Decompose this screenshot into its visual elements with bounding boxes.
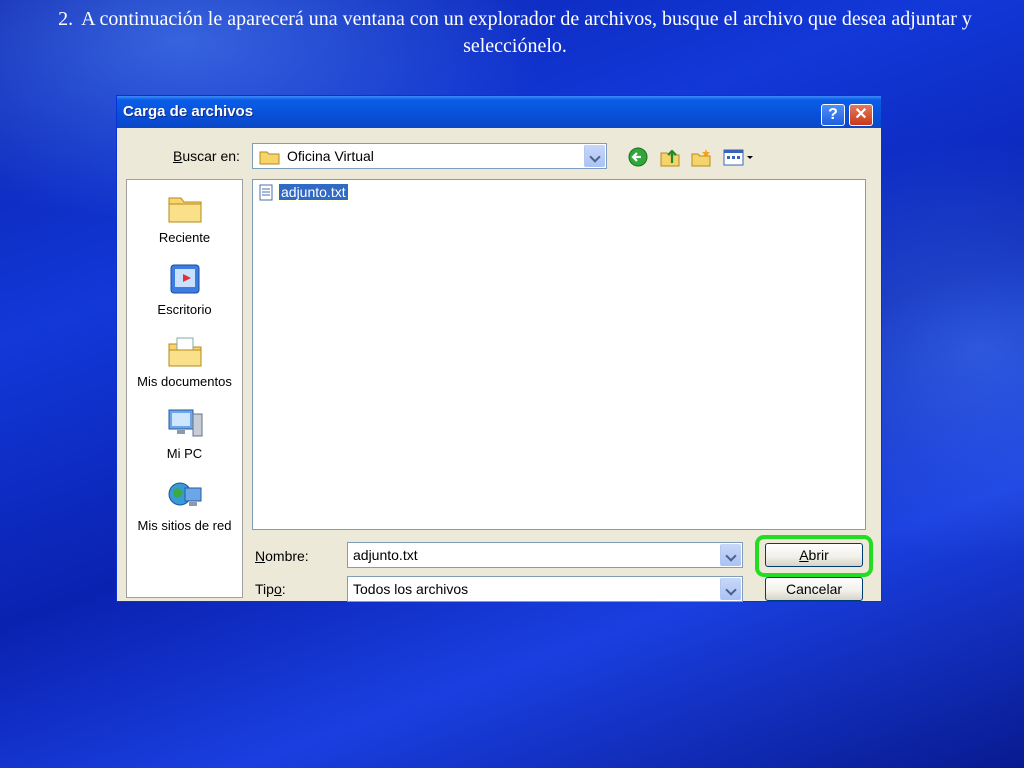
place-label: Mis documentos	[137, 374, 232, 389]
instruction-caption: 2. A continuación le aparecerá una ventan…	[20, 6, 1010, 60]
filetype-dropdown[interactable]: Todos los archivos	[347, 576, 743, 602]
places-bar: Reciente Escritorio Mis documentos Mi PC…	[126, 179, 243, 598]
filename-input[interactable]: adjunto.txt	[347, 542, 743, 568]
new-folder-icon[interactable]	[690, 147, 712, 167]
place-network[interactable]: Mis sitios de red	[127, 478, 242, 533]
desktop-icon	[170, 264, 199, 294]
look-in-value: Oficina Virtual	[287, 148, 374, 164]
filetype-value: Todos los archivos	[353, 581, 469, 597]
back-icon[interactable]	[627, 147, 649, 167]
close-button[interactable]: ✕	[849, 104, 873, 126]
chevron-down-icon[interactable]	[720, 578, 741, 600]
cancel-button[interactable]: Cancelar	[765, 577, 863, 601]
place-my-computer[interactable]: Mi PC	[127, 406, 242, 461]
folder-icon	[259, 151, 280, 165]
dialog-titlebar[interactable]: Carga de archivos ? ✕	[117, 96, 881, 128]
instruction-text: A continuación le aparecerá una ventana …	[81, 8, 972, 57]
filetype-label: Tipo:	[255, 581, 286, 597]
place-label: Mi PC	[166, 446, 203, 461]
file-upload-dialog: Carga de archivos ? ✕ Buscar en: Oficina…	[116, 95, 882, 602]
place-label: Mis sitios de red	[137, 518, 232, 533]
open-button-highlight	[755, 535, 873, 577]
filename-value: adjunto.txt	[353, 547, 418, 563]
place-label: Escritorio	[157, 302, 212, 317]
step-number: 2.	[58, 8, 74, 30]
dialog-title: Carga de archivos	[123, 103, 254, 120]
up-folder-icon[interactable]	[659, 147, 681, 167]
recent-folder-icon	[168, 197, 201, 223]
look-in-dropdown[interactable]: Oficina Virtual	[252, 143, 607, 169]
place-recent[interactable]: Reciente	[127, 190, 242, 245]
network-places-icon	[168, 482, 201, 506]
place-my-documents[interactable]: Mis documentos	[127, 334, 242, 389]
help-button[interactable]: ?	[821, 104, 845, 126]
file-list[interactable]: adjunto.txt	[252, 179, 866, 530]
view-menu-icon[interactable]	[722, 147, 756, 167]
place-desktop[interactable]: Escritorio	[127, 262, 242, 317]
chevron-down-icon[interactable]	[720, 544, 741, 566]
place-label: Reciente	[158, 230, 211, 245]
text-file-icon	[259, 184, 273, 201]
my-computer-icon	[168, 409, 202, 437]
file-name: adjunto.txt	[278, 183, 349, 201]
filename-label: Nombre:	[255, 548, 309, 564]
my-documents-icon	[168, 337, 201, 367]
chevron-down-icon[interactable]	[584, 145, 605, 167]
look-in-label: Buscar en:	[173, 148, 240, 164]
